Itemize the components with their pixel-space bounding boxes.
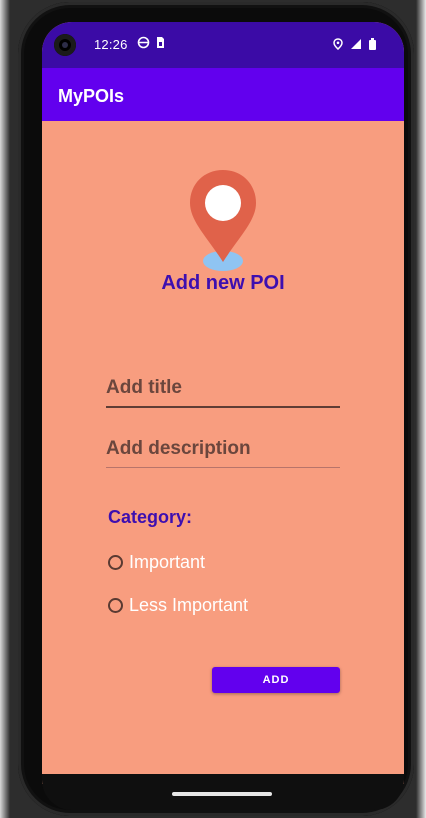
radio-option-less-important[interactable]: Less Important [108,595,248,616]
radio-button-icon[interactable] [108,555,123,570]
status-bar: 12:26 [42,22,404,68]
radio-label: Important [129,552,206,572]
front-camera-icon [54,34,76,56]
add-button[interactable]: ADD [212,667,340,693]
page-heading: Add new POI [161,272,285,294]
app-title: MyPOIs [58,86,125,106]
device-background: 12:26 MyPOIs Add new POI Add title Add d… [0,0,426,818]
map-pin-icon [187,168,259,278]
signal-icon [350,37,362,55]
status-time: 12:26 [94,37,128,52]
radio-button-icon[interactable] [108,598,123,613]
status-icons-right [333,37,376,55]
title-input[interactable] [106,372,340,404]
category-label: Category: [108,507,193,527]
app-screen: 12:26 MyPOIs Add new POI Add title Add d… [42,22,404,784]
home-gesture-handle[interactable] [172,792,272,796]
location-icon [333,37,343,55]
data-saver-icon [137,36,150,52]
battery-icon [369,37,376,55]
description-field[interactable] [106,433,340,468]
description-input[interactable] [106,433,340,465]
title-field[interactable] [106,372,340,408]
sim-card-icon [155,36,165,52]
radio-label: Less Important [129,595,249,615]
app-bar: MyPOIs [42,68,404,121]
radio-option-important[interactable]: Important [108,552,205,573]
